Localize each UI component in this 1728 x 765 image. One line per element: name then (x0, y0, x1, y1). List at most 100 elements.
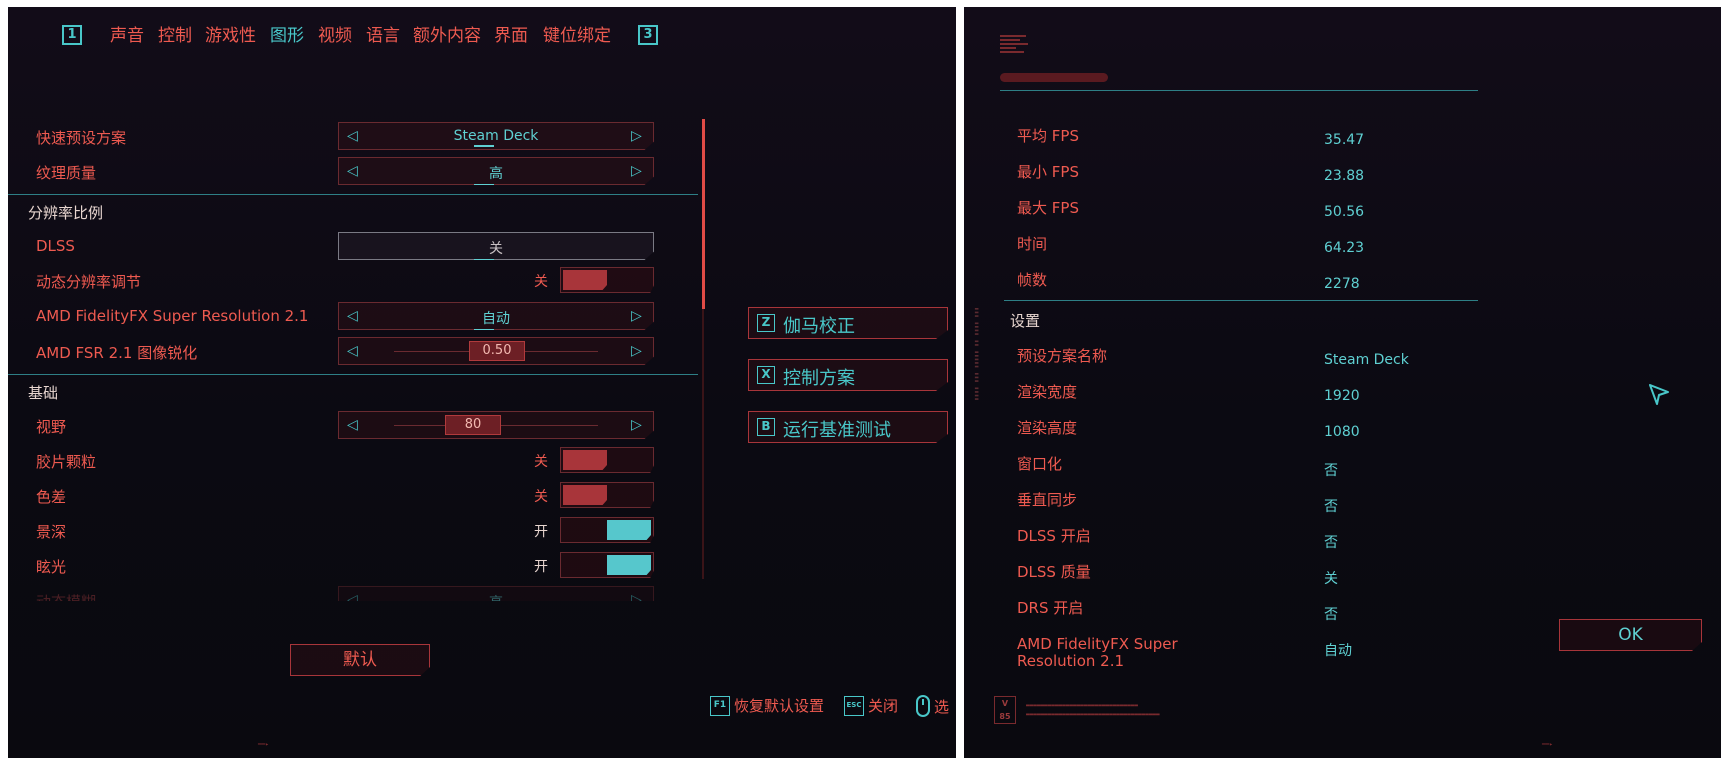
setting-row-motion-blur: 动态模糊 ◁ 高 ▷ (8, 585, 698, 601)
toggle-fill (563, 450, 607, 470)
section-title: 分辨率比例 (28, 204, 104, 222)
default-button[interactable]: 默认 (290, 644, 430, 676)
tab-language[interactable]: 语言 (366, 25, 400, 47)
setting-result-row: 预设方案名称 Steam Deck (964, 344, 1721, 378)
motion-blur-selector[interactable]: ◁ 高 ▷ (338, 586, 654, 601)
arrow-right-icon[interactable]: ▷ (631, 308, 645, 324)
stat-label: 最大 FPS (1017, 199, 1079, 217)
f1-key-icon: F1 (710, 695, 730, 716)
texture-quality-label: 纹理质量 (36, 164, 97, 182)
setting-result-value: 否 (1324, 499, 1338, 515)
setting-result-value: Steam Deck (1324, 352, 1409, 368)
chromatic-aberration-toggle[interactable] (560, 482, 654, 508)
arrow-left-icon[interactable]: ◁ (347, 343, 361, 359)
dynamic-resolution-toggle[interactable] (560, 267, 654, 293)
quick-preset-selector[interactable]: ◁ Steam Deck ▷ (338, 122, 654, 150)
tab-interface[interactable]: 界面 (494, 25, 528, 47)
fsr-sharpness-knob[interactable]: 0.50 (469, 341, 525, 361)
setting-result-label: 预设方案名称 (1017, 347, 1108, 365)
film-grain-state: 关 (534, 454, 548, 470)
close-hint[interactable]: ESC 关闭 (844, 695, 898, 719)
setting-result-value: 否 (1324, 607, 1338, 623)
settings-list: 快速预设方案 ◁ Steam Deck ▷ 纹理质量 ◁ 高 ▷ 分辨率比例 D… (8, 117, 698, 617)
mouse-icon (916, 695, 930, 717)
stat-label: 帧数 (1017, 271, 1048, 289)
gamma-correction-label: 伽马校正 (783, 316, 855, 337)
setting-result-label: AMD FidelityFX Super Resolution 2.1 (1017, 635, 1178, 670)
restore-defaults-hint[interactable]: F1 恢复默认设置 (710, 695, 824, 719)
setting-result-value: 1080 (1324, 424, 1360, 440)
depth-of-field-label: 景深 (36, 523, 67, 541)
graphics-settings-panel: 1 声音 控制 游戏性 图形 视频 语言 额外内容 界面 键位绑定 3 快速预设… (8, 7, 956, 758)
dynamic-resolution-state: 关 (534, 274, 548, 290)
fsr-value: 自动 (339, 308, 653, 330)
toggle-fill (607, 520, 651, 540)
run-benchmark-button[interactable]: B 运行基准测试 (748, 411, 948, 443)
setting-result-value: 关 (1324, 571, 1338, 587)
gamma-correction-button[interactable]: Z 伽马校正 (748, 307, 948, 339)
setting-row-fov: 视野 ◁ 80 ▷ (8, 410, 698, 444)
setting-result-label: 垂直同步 (1017, 491, 1078, 509)
run-benchmark-label: 运行基准测试 (783, 420, 891, 441)
setting-result-label: 窗口化 (1017, 455, 1063, 473)
toggle-fill (563, 270, 607, 290)
setting-result-label: 渲染高度 (1017, 419, 1078, 437)
film-grain-label: 胶片颗粒 (36, 453, 97, 471)
arrow-left-icon[interactable]: ◁ (347, 417, 361, 433)
ok-button[interactable]: OK (1559, 619, 1702, 651)
tab-extra-content[interactable]: 额外内容 (413, 25, 481, 47)
decorative-pill-bar (1000, 73, 1108, 82)
section-divider (8, 194, 698, 195)
motion-blur-value: 高 (339, 592, 653, 601)
stat-row: 帧数 2278 (964, 268, 1721, 302)
control-scheme-button[interactable]: X 控制方案 (748, 359, 948, 391)
stat-row: 时间 64.23 (964, 232, 1721, 266)
film-grain-toggle[interactable] (560, 447, 654, 473)
lens-flare-state: 开 (534, 559, 548, 575)
tab-video[interactable]: 视频 (318, 25, 352, 47)
fov-slider[interactable]: ◁ 80 ▷ (338, 411, 654, 439)
restore-defaults-label: 恢复默认设置 (734, 697, 825, 715)
decorative-fine-print: ▬▬▬▬▬▬▬▬▬▬▬▬▬▬▬▬▬▬▬▬▬▬▬▬▬▬▬▬▬▬▬▬▬▬▬▬▬ (1026, 711, 1160, 718)
arrow-right-icon[interactable]: ▷ (631, 128, 645, 144)
setting-result-row: 渲染高度 1080 (964, 416, 1721, 450)
settings-scrollbar-thumb[interactable] (702, 119, 705, 309)
tab-controls[interactable]: 控制 (158, 25, 192, 47)
dlss-selector[interactable]: 关 (338, 232, 654, 260)
setting-result-label: DLSS 质量 (1017, 563, 1091, 581)
arrow-right-icon[interactable]: ▷ (631, 343, 645, 359)
stat-row: 最小 FPS 23.88 (964, 160, 1721, 194)
tab-gameplay[interactable]: 游戏性 (205, 25, 256, 47)
setting-row-fsr-sharpness: AMD FSR 2.1 图像锐化 ◁ 0.50 ▷ (8, 336, 698, 370)
setting-result-row: 窗口化 否 (964, 452, 1721, 486)
depth-of-field-toggle[interactable] (560, 517, 654, 543)
setting-row-chromatic-aberration: 色差 关 (8, 480, 698, 514)
select-hint[interactable]: 选 (916, 695, 949, 719)
stat-value: 50.56 (1324, 204, 1365, 220)
fsr-label: AMD FidelityFX Super Resolution 2.1 (36, 307, 309, 325)
next-tab-key-hint[interactable]: 3 (638, 25, 658, 45)
setting-result-row: DLSS 质量 关 (964, 560, 1721, 594)
setting-row-fsr: AMD FidelityFX Super Resolution 2.1 ◁ 自动… (8, 301, 698, 335)
fov-knob[interactable]: 80 (445, 415, 501, 435)
prev-tab-key-hint[interactable]: 1 (62, 25, 82, 45)
tab-graphics[interactable]: 图形 (270, 25, 304, 47)
tab-key-bindings[interactable]: 键位绑定 (543, 25, 611, 47)
lens-flare-label: 眩光 (36, 558, 67, 576)
lens-flare-toggle[interactable] (560, 552, 654, 578)
depth-of-field-state: 开 (534, 524, 548, 540)
setting-result-label: DLSS 开启 (1017, 527, 1091, 545)
z-key-icon: Z (757, 314, 775, 332)
settings-tab-bar: 1 声音 控制 游戏性 图形 视频 语言 额外内容 界面 键位绑定 3 (8, 25, 708, 55)
arrow-right-icon[interactable]: ▷ (631, 592, 645, 601)
fov-label: 视野 (36, 418, 67, 436)
texture-quality-selector[interactable]: ◁ 高 ▷ (338, 157, 654, 185)
fsr-selector[interactable]: ◁ 自动 ▷ (338, 302, 654, 330)
arrow-right-icon[interactable]: ▷ (631, 417, 645, 433)
setting-result-row: 渲染宽度 1920 (964, 380, 1721, 414)
stat-value: 23.88 (1324, 168, 1365, 184)
setting-result-row: DLSS 开启 否 (964, 524, 1721, 558)
fsr-sharpness-slider[interactable]: ◁ 0.50 ▷ (338, 337, 654, 365)
tab-audio[interactable]: 声音 (110, 25, 144, 47)
arrow-right-icon[interactable]: ▷ (631, 163, 645, 179)
